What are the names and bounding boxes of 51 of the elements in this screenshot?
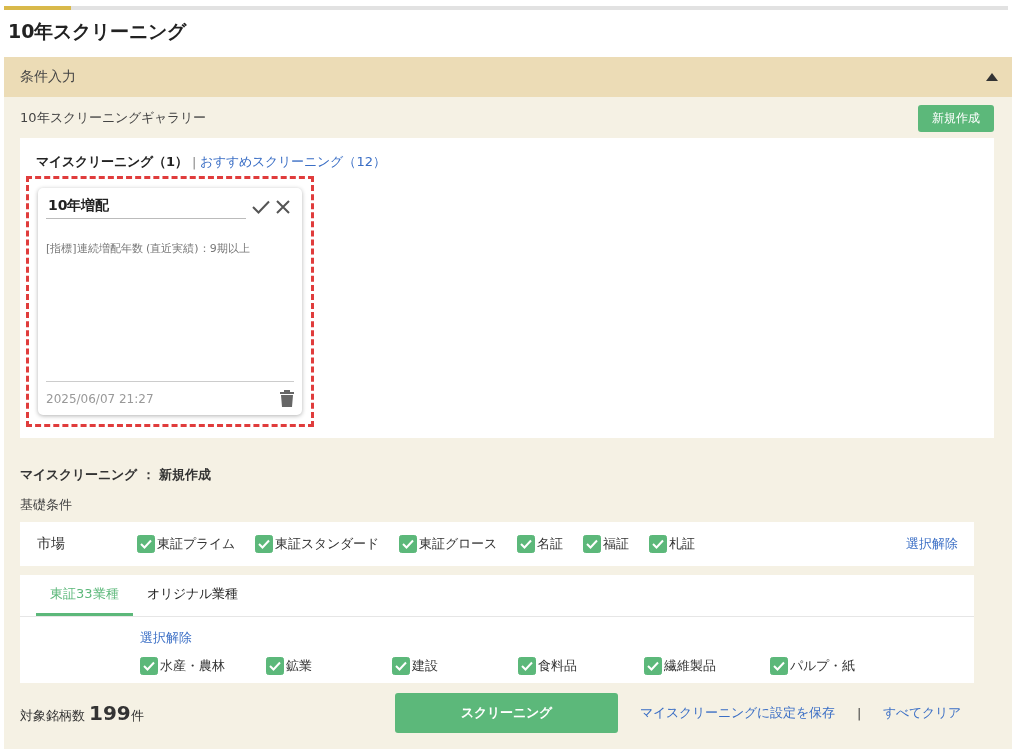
checkbox-icon <box>649 535 667 553</box>
link-separator: | <box>857 705 862 721</box>
check-icon[interactable] <box>252 199 270 214</box>
industry-checkbox[interactable]: パルプ・紙 <box>770 657 896 675</box>
checkbox-icon <box>255 535 273 553</box>
collapse-icon <box>986 73 998 81</box>
industry-checkbox[interactable]: 建設 <box>392 657 518 675</box>
card-condition: [指標]連続増配年数 (直近実績)：9期以上 <box>46 241 251 257</box>
checkbox-icon <box>583 535 601 553</box>
market-checkbox[interactable]: 東証スタンダード <box>255 535 379 553</box>
checkbox-icon <box>399 535 417 553</box>
industry-checkbox[interactable]: 食料品 <box>518 657 644 675</box>
screening-card[interactable]: 10年増配 [指標]連続増配年数 (直近実績)：9期以上 2025/06/07 21:27 <box>38 188 302 415</box>
industry-checkbox[interactable]: 繊維製品 <box>644 657 770 675</box>
count-label: 対象銘柄数 <box>20 707 85 725</box>
market-checkbox[interactable]: 福証 <box>583 535 629 553</box>
accordion-header[interactable]: 条件入力 <box>4 57 1012 97</box>
checkbox-icon <box>517 535 535 553</box>
checkbox-icon <box>266 657 284 675</box>
industry-checkbox[interactable]: 鉱業 <box>266 657 392 675</box>
section-label: 基礎条件 <box>20 496 73 514</box>
gallery-title: 10年スクリーニングギャラリー <box>20 109 206 127</box>
editor-heading: マイスクリーニング ： 新規作成 <box>20 466 213 484</box>
checkbox-icon <box>140 657 158 675</box>
gallery-tab[interactable]: マイスクリーニング（1） <box>36 153 189 171</box>
market-checkbox[interactable]: 名証 <box>517 535 563 553</box>
market-checkbox[interactable]: 札証 <box>649 535 695 553</box>
gallery-tab[interactable]: おすすめスクリーニング（12） <box>200 153 386 171</box>
market-checkbox[interactable]: 東証プライム <box>137 535 235 553</box>
checkbox-icon <box>518 657 536 675</box>
checkbox-icon <box>137 535 155 553</box>
industry-tab[interactable]: オリジナル業種 <box>132 575 252 616</box>
card-title-field[interactable]: 10年増配 <box>46 194 246 219</box>
checkbox-icon <box>770 657 788 675</box>
market-checkbox[interactable]: 東証グロース <box>399 535 497 553</box>
industry-checkbox[interactable]: 水産・農林 <box>140 657 266 675</box>
trash-icon[interactable] <box>280 390 294 407</box>
tab-separator: | <box>192 154 197 170</box>
count-value: 199 <box>89 701 131 725</box>
clear-selection-link[interactable]: 選択解除 <box>906 535 958 553</box>
page-title: 10年スクリーニング <box>7 19 188 44</box>
clear-all-link[interactable]: すべてクリア <box>883 704 962 722</box>
checkbox-icon <box>644 657 662 675</box>
accordion-title: 条件入力 <box>20 68 76 86</box>
save-settings-link[interactable]: マイスクリーニングに設定を保存 <box>640 704 835 722</box>
market-label: 市場 <box>37 535 66 553</box>
checkbox-icon <box>392 657 410 675</box>
clear-selection-link[interactable]: 選択解除 <box>140 630 192 645</box>
card-date: 2025/06/07 21:27 <box>46 391 154 406</box>
count-unit: 件 <box>130 708 144 725</box>
close-icon[interactable] <box>276 199 290 214</box>
